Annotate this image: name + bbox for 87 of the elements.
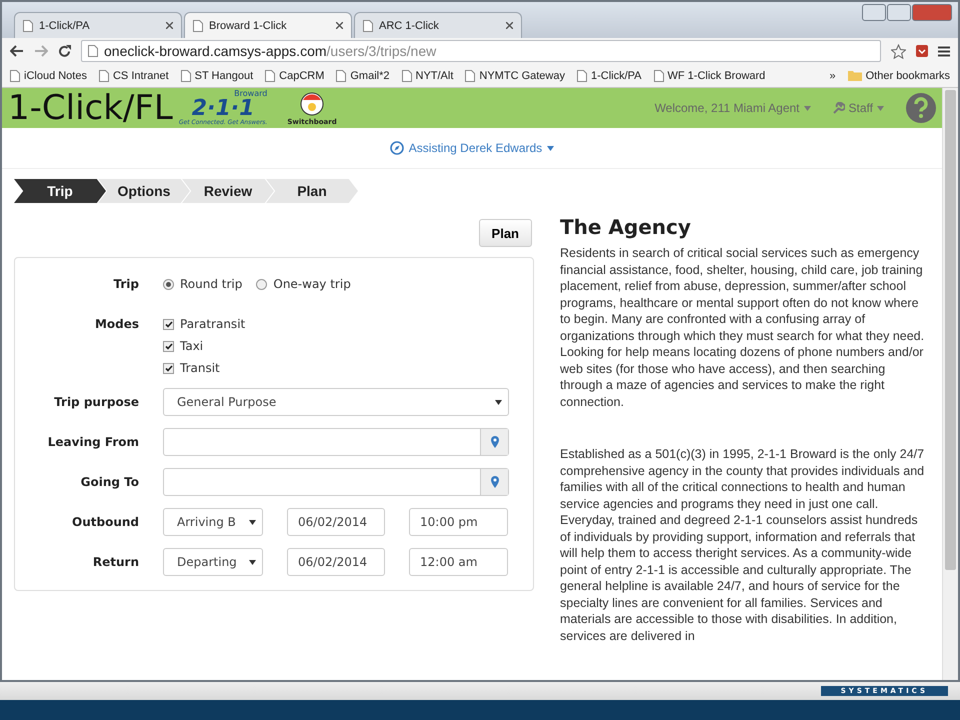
location-field[interactable] <box>163 428 509 456</box>
page-icon <box>23 20 33 32</box>
menu-icon[interactable] <box>938 46 950 56</box>
caret-icon <box>877 106 884 110</box>
browser-tab[interactable]: ARC 1-Click <box>354 12 522 38</box>
date-field[interactable]: 06/02/2014 <box>287 508 385 536</box>
scrollbar[interactable] <box>942 88 958 680</box>
bookmark-link[interactable]: ST Hangout <box>180 70 254 82</box>
time-field[interactable]: 10:00 pm <box>409 508 508 536</box>
date-field[interactable]: 06/02/2014 <box>287 548 385 576</box>
bookmark-link[interactable]: 1-Click/PA <box>576 70 642 82</box>
wizard-step[interactable]: Options <box>98 179 190 203</box>
checkbox-option[interactable]: Transit <box>163 360 246 376</box>
checkmark-icon <box>164 320 172 328</box>
bookmark-link[interactable]: CapCRM <box>265 70 324 82</box>
page-icon <box>402 70 412 82</box>
caret-icon <box>249 560 256 564</box>
page-icon <box>363 20 373 32</box>
assisting-menu[interactable]: Assisting Derek Edwards <box>390 141 554 155</box>
field-label: Modes <box>94 316 139 333</box>
map-pin-icon <box>490 436 498 448</box>
wizard-step[interactable]: Plan <box>266 179 358 203</box>
compass-icon <box>390 141 404 155</box>
checkbox-option[interactable]: Taxi <box>163 338 246 354</box>
page-icon <box>576 70 587 82</box>
page-icon <box>465 70 476 82</box>
help-icon[interactable] <box>906 93 936 123</box>
mode-select[interactable]: Departing <box>163 548 263 576</box>
page-icon <box>10 70 20 82</box>
address-bar[interactable]: oneclick-broward.camsys-apps.com/users/3/trips/new <box>81 40 881 62</box>
back-icon[interactable] <box>10 45 24 57</box>
maximize-button[interactable] <box>887 4 911 21</box>
agency-paragraph: Residents in search of critical social services such as emergency financial assistance, food, shelter, housing, child care, job training placement, relief from abuse, depression, summer/after school programs, healthcare or mental support often do not know where to begin. Many are confronted with a confusing array of organizations through which they must search for what they need. Looking for help means locating dozens of phone numbers and/or web sites (for those who have access), and then searching through a maze of agencies and services to make the right connection. <box>560 245 926 410</box>
field-label: Going To <box>80 474 139 491</box>
field-label: Outbound <box>71 514 139 531</box>
browser-tab[interactable]: 1-Click/PA <box>14 12 182 38</box>
page-icon <box>265 70 276 82</box>
radio-option[interactable]: One-way trip <box>256 270 351 298</box>
page-icon <box>654 70 664 82</box>
caret-icon <box>804 106 811 110</box>
bookmark-link[interactable]: CS Intranet <box>98 70 169 82</box>
wrench-icon <box>832 102 845 114</box>
agency-paragraph: Established as a 501(c)(3) in 1995, 2-1-1 Broward is the only 24/7 comprehensive agency in the county that provides individuals and families with all of the critical connections to health and human service agencies and programs they need in just one call. Everyday, trained and degreed 2-1-1 counselors assist hundreds of individuals by providing support, information and referrals that will help them to access theright services. As a community-wide point of entry 2-1-1 is accessible and culturally appropriate. The general helpline is available 24/7, and hours of service for the specialty lines are convenient for all families. Services and materials are accessible to those with disabilities. In addition, services are delivered in <box>560 446 926 644</box>
mode-select[interactable]: Arriving B <box>163 508 263 536</box>
site-title[interactable]: 1-Click/FL <box>8 88 173 128</box>
field-label: Leaving From <box>46 434 139 451</box>
location-field[interactable] <box>163 468 509 496</box>
caret-icon <box>495 400 502 404</box>
page-icon <box>180 70 191 82</box>
page-icon <box>336 70 346 82</box>
close-icon[interactable] <box>166 22 173 29</box>
mascot-drawing <box>299 90 326 118</box>
bookmark-link[interactable]: NYT/Alt <box>402 70 454 82</box>
more-bookmarks[interactable]: » <box>830 70 836 82</box>
caret-icon <box>249 520 256 524</box>
page-icon <box>88 45 98 57</box>
browser-tab[interactable]: Broward 1-Click <box>184 12 352 38</box>
close-icon[interactable] <box>506 22 513 29</box>
field-label: Return <box>92 554 139 571</box>
minimize-button[interactable] <box>862 4 886 21</box>
plan-button[interactable]: Plan <box>478 219 532 247</box>
wizard-step[interactable]: Trip <box>14 179 106 203</box>
logo-text: 2·1·1 <box>192 98 254 120</box>
wizard-step[interactable]: Review <box>182 179 274 203</box>
bookmark-link[interactable]: iCloud Notes <box>10 70 87 82</box>
close-icon[interactable] <box>336 22 343 29</box>
map-pin-icon <box>490 476 498 488</box>
purpose-select[interactable]: General Purpose <box>163 388 509 416</box>
time-field[interactable]: 12:00 am <box>409 548 508 576</box>
bookmark-link[interactable]: NYMTC Gateway <box>465 70 565 82</box>
logo-text: Broward <box>234 90 268 98</box>
checkmark-icon <box>164 342 172 350</box>
agency-heading: The Agency <box>560 215 692 239</box>
bookmark-folder[interactable]: Other bookmarks <box>848 70 950 82</box>
page-icon <box>98 70 109 82</box>
star-icon[interactable] <box>891 44 906 58</box>
checkmark-icon <box>164 364 172 372</box>
field-label: Trip purpose <box>53 394 139 411</box>
bookmark-link[interactable]: WF 1-Click Broward <box>654 70 766 82</box>
bookmark-link[interactable]: Gmail*2 <box>336 70 390 82</box>
field-label: Trip <box>112 276 139 293</box>
checkbox-option[interactable]: Paratransit <box>163 316 246 332</box>
page-icon <box>193 20 203 32</box>
folder-icon <box>848 70 862 81</box>
caret-icon <box>547 146 554 150</box>
reload-icon[interactable] <box>58 44 71 58</box>
radio-option[interactable]: Round trip <box>163 270 242 298</box>
